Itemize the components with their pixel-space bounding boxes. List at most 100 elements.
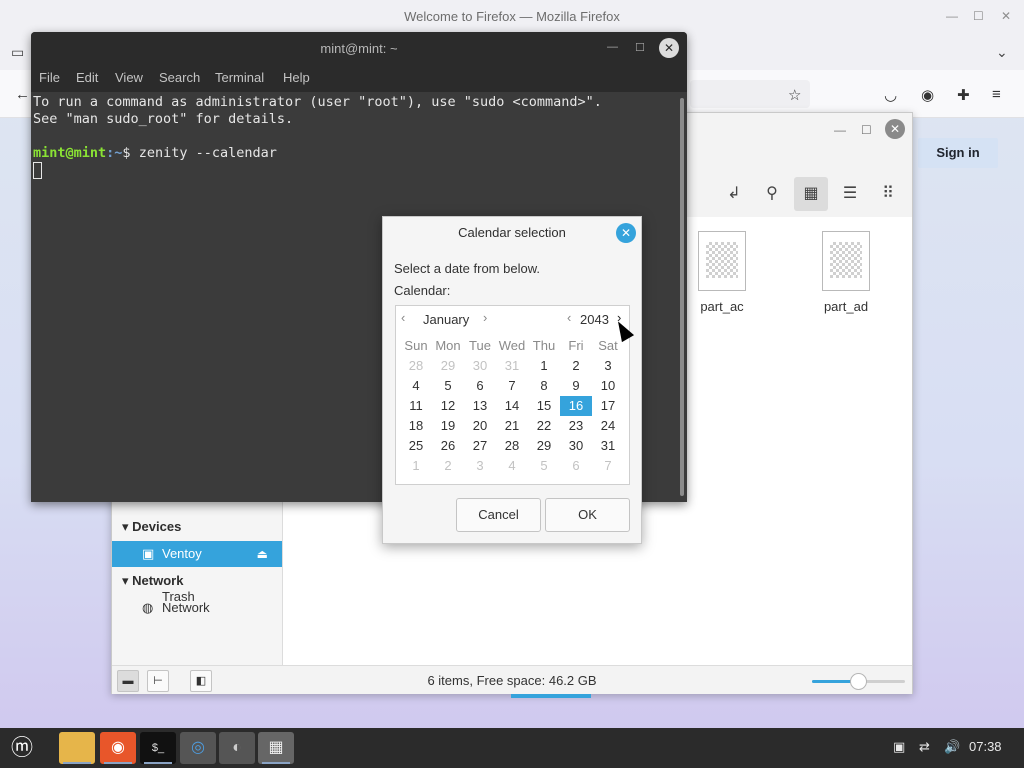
- ok-button[interactable]: OK: [545, 498, 630, 532]
- close-icon[interactable]: ✕: [616, 223, 636, 243]
- calendar-day[interactable]: 30: [560, 436, 592, 456]
- extensions-icon[interactable]: ✚: [957, 86, 970, 104]
- terminal-app-icon[interactable]: $_: [140, 732, 176, 764]
- file-item[interactable]: part_ac: [682, 231, 762, 314]
- clock[interactable]: 07:38: [969, 739, 1002, 754]
- menu-terminal[interactable]: Terminal: [215, 70, 264, 85]
- file-item[interactable]: part_ad: [806, 231, 886, 314]
- prev-month-icon[interactable]: ‹: [401, 310, 405, 325]
- maximize-icon[interactable]: ☐: [861, 123, 872, 137]
- calendar-day[interactable]: 5: [432, 376, 464, 396]
- calendar-day[interactable]: 2: [432, 456, 464, 476]
- calendar-day[interactable]: 1: [400, 456, 432, 476]
- calendar-day[interactable]: 26: [432, 436, 464, 456]
- calendar-day[interactable]: 20: [464, 416, 496, 436]
- disk-app-icon[interactable]: ◐: [219, 732, 255, 764]
- grid-view-icon[interactable]: ▦: [794, 177, 828, 211]
- files-app-icon[interactable]: [59, 732, 95, 764]
- sign-in-button[interactable]: Sign in: [918, 138, 998, 168]
- calendar-label: Calendar:: [394, 283, 451, 298]
- clipboard-icon[interactable]: ▣: [893, 739, 905, 755]
- cancel-button[interactable]: Cancel: [456, 498, 541, 532]
- calendar-day[interactable]: 14: [496, 396, 528, 416]
- zoom-slider[interactable]: [812, 673, 905, 690]
- volume-icon[interactable]: 🔊: [944, 739, 960, 755]
- calendar-day[interactable]: 29: [432, 356, 464, 376]
- calendar-day[interactable]: 18: [400, 416, 432, 436]
- list-tabs-chevron-icon[interactable]: ⌄: [996, 44, 1008, 61]
- calendar-day[interactable]: 7: [496, 376, 528, 396]
- calendar-day[interactable]: 16: [560, 396, 592, 416]
- minimize-icon[interactable]: —: [607, 41, 618, 53]
- sidebar-item-network[interactable]: ◍ Network: [112, 595, 282, 621]
- mint-menu-icon[interactable]: ⓜ: [4, 732, 40, 764]
- calendar-day[interactable]: 28: [496, 436, 528, 456]
- bookmark-star-icon[interactable]: ☆: [788, 86, 801, 104]
- calendar-day[interactable]: 23: [560, 416, 592, 436]
- sidebar-item-ventoy[interactable]: ▣ Ventoy ⏏: [112, 541, 282, 567]
- menu-view[interactable]: View: [115, 70, 143, 85]
- calendar-day[interactable]: 12: [432, 396, 464, 416]
- menu-search[interactable]: Search: [159, 70, 200, 85]
- sidebar-network-header[interactable]: ▾ Network: [122, 573, 183, 589]
- minimize-icon[interactable]: —: [946, 9, 958, 23]
- calendar-day[interactable]: 9: [560, 376, 592, 396]
- compact-view-icon[interactable]: ⠿: [871, 177, 905, 211]
- network-disconnected-icon[interactable]: ⇄: [919, 739, 930, 755]
- calendar-day[interactable]: 19: [432, 416, 464, 436]
- minimize-icon[interactable]: —: [834, 123, 846, 137]
- calendar-day[interactable]: 13: [464, 396, 496, 416]
- calendar-day[interactable]: 29: [528, 436, 560, 456]
- search-icon[interactable]: ⚲: [755, 177, 789, 211]
- calendar-day[interactable]: 8: [528, 376, 560, 396]
- close-icon[interactable]: ✕: [885, 119, 905, 139]
- calendar-app-icon[interactable]: ▦: [258, 732, 294, 764]
- close-icon[interactable]: ✕: [1001, 9, 1011, 23]
- pocket-icon[interactable]: ◡: [884, 86, 897, 104]
- calendar-day[interactable]: 31: [592, 436, 624, 456]
- calendar-day[interactable]: 3: [464, 456, 496, 476]
- list-view-icon[interactable]: ☰: [833, 177, 867, 211]
- path-toggle-icon[interactable]: ↲: [717, 177, 751, 211]
- next-month-icon[interactable]: ›: [483, 310, 487, 325]
- calendar-day[interactable]: 7: [592, 456, 624, 476]
- scrollbar-thumb[interactable]: [680, 98, 684, 496]
- calendar-day[interactable]: 28: [400, 356, 432, 376]
- menu-edit[interactable]: Edit: [76, 70, 98, 85]
- calendar-day[interactable]: 31: [496, 356, 528, 376]
- menu-hamburger-icon[interactable]: ≡: [992, 86, 1001, 103]
- zoom-slider-knob[interactable]: [850, 673, 867, 690]
- calendar-day[interactable]: 22: [528, 416, 560, 436]
- calendar-day[interactable]: 30: [464, 356, 496, 376]
- close-icon[interactable]: ✕: [659, 38, 679, 58]
- calendar-day[interactable]: 6: [560, 456, 592, 476]
- account-icon[interactable]: ◉: [921, 86, 934, 104]
- calendar-day[interactable]: 6: [464, 376, 496, 396]
- calendar-day[interactable]: 15: [528, 396, 560, 416]
- calendar-day[interactable]: 25: [400, 436, 432, 456]
- calendar-day[interactable]: 21: [496, 416, 528, 436]
- calendar-day[interactable]: 5: [528, 456, 560, 476]
- prev-year-icon[interactable]: ‹: [567, 310, 571, 325]
- calendar-day[interactable]: 2: [560, 356, 592, 376]
- calendar-day[interactable]: 3: [592, 356, 624, 376]
- calendar-day[interactable]: 4: [400, 376, 432, 396]
- calendar-day[interactable]: 11: [400, 396, 432, 416]
- firefox-app-icon[interactable]: ◉: [100, 732, 136, 764]
- terminal-scrollbar[interactable]: [677, 92, 687, 502]
- chromium-app-icon[interactable]: ◎: [180, 732, 216, 764]
- calendar-day[interactable]: 24: [592, 416, 624, 436]
- calendar-day[interactable]: 1: [528, 356, 560, 376]
- menu-help[interactable]: Help: [283, 70, 310, 85]
- maximize-icon[interactable]: ☐: [635, 41, 645, 54]
- maximize-icon[interactable]: ☐: [973, 9, 984, 23]
- calendar-day[interactable]: 10: [592, 376, 624, 396]
- calendar-day[interactable]: 4: [496, 456, 528, 476]
- back-arrow-icon[interactable]: ←: [15, 86, 30, 103]
- calendar-day[interactable]: 27: [464, 436, 496, 456]
- tab-manager-icon[interactable]: ▭: [11, 44, 24, 61]
- calendar-day[interactable]: 17: [592, 396, 624, 416]
- eject-icon[interactable]: ⏏: [257, 541, 268, 567]
- sidebar-devices-header[interactable]: ▾ Devices: [122, 519, 181, 535]
- menu-file[interactable]: File: [39, 70, 60, 85]
